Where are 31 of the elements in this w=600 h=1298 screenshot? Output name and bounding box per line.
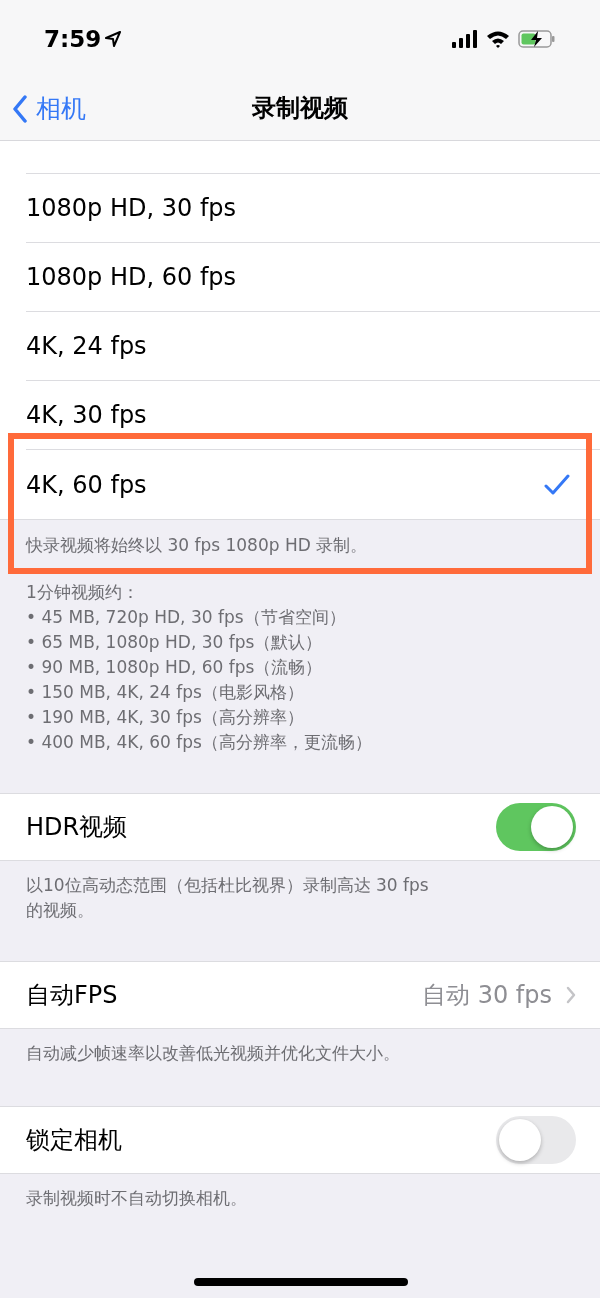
options-note: 快录视频将始终以 30 fps 1080p HD 录制。 (26, 534, 368, 558)
size-info-line: • 400 MB, 4K, 60 fps（高分辨率，更流畅） (26, 731, 372, 754)
resolution-option[interactable]: 4K, 60 fps (26, 450, 600, 519)
size-info-line: • 65 MB, 1080p HD, 30 fps（默认） (26, 631, 323, 654)
setting-label: HDR视频 (26, 812, 128, 843)
resolution-option[interactable]: 1080p HD, 30 fps (26, 174, 600, 243)
status-time: 7:59 (44, 24, 102, 54)
page-title: 录制视频 (252, 93, 348, 124)
setting-footer: 录制视频时不自动切换相机。 (26, 1186, 574, 1211)
back-button[interactable]: 相机 (12, 90, 86, 128)
size-info-heading: 1分钟视频约： (26, 581, 139, 604)
battery-charging-icon (518, 29, 556, 49)
setting-footer: 以10位高动态范围（包括杜比视界）录制高达 30 fps 的视频。 (26, 873, 574, 923)
resolution-option[interactable]: 4K, 30 fps (26, 381, 600, 450)
size-info-line: • 190 MB, 4K, 30 fps（高分辨率） (26, 706, 304, 729)
size-info-line: • 45 MB, 720p HD, 30 fps（节省空间） (26, 606, 346, 629)
toggle-switch[interactable] (496, 803, 576, 851)
setting-footer: 自动减少帧速率以改善低光视频并优化文件大小。 (26, 1041, 574, 1066)
chevron-left-icon (12, 94, 28, 123)
location-arrow-icon (105, 31, 122, 47)
resolution-option[interactable]: 4K, 24 fps (26, 312, 600, 381)
resolution-option[interactable]: 1080p HD, 60 fps (26, 243, 600, 312)
chevron-right-icon (566, 986, 576, 1004)
setting-label: 锁定相机 (26, 1125, 122, 1156)
signal-icon (452, 30, 478, 48)
toggle-switch[interactable] (496, 1116, 576, 1164)
wifi-icon (486, 30, 510, 48)
size-info-line: • 90 MB, 1080p HD, 60 fps（流畅） (26, 656, 323, 679)
checkmark-icon (544, 473, 570, 496)
size-info-line: • 150 MB, 4K, 24 fps（电影风格） (26, 681, 304, 704)
setting-label: 自动FPS (26, 980, 118, 1011)
